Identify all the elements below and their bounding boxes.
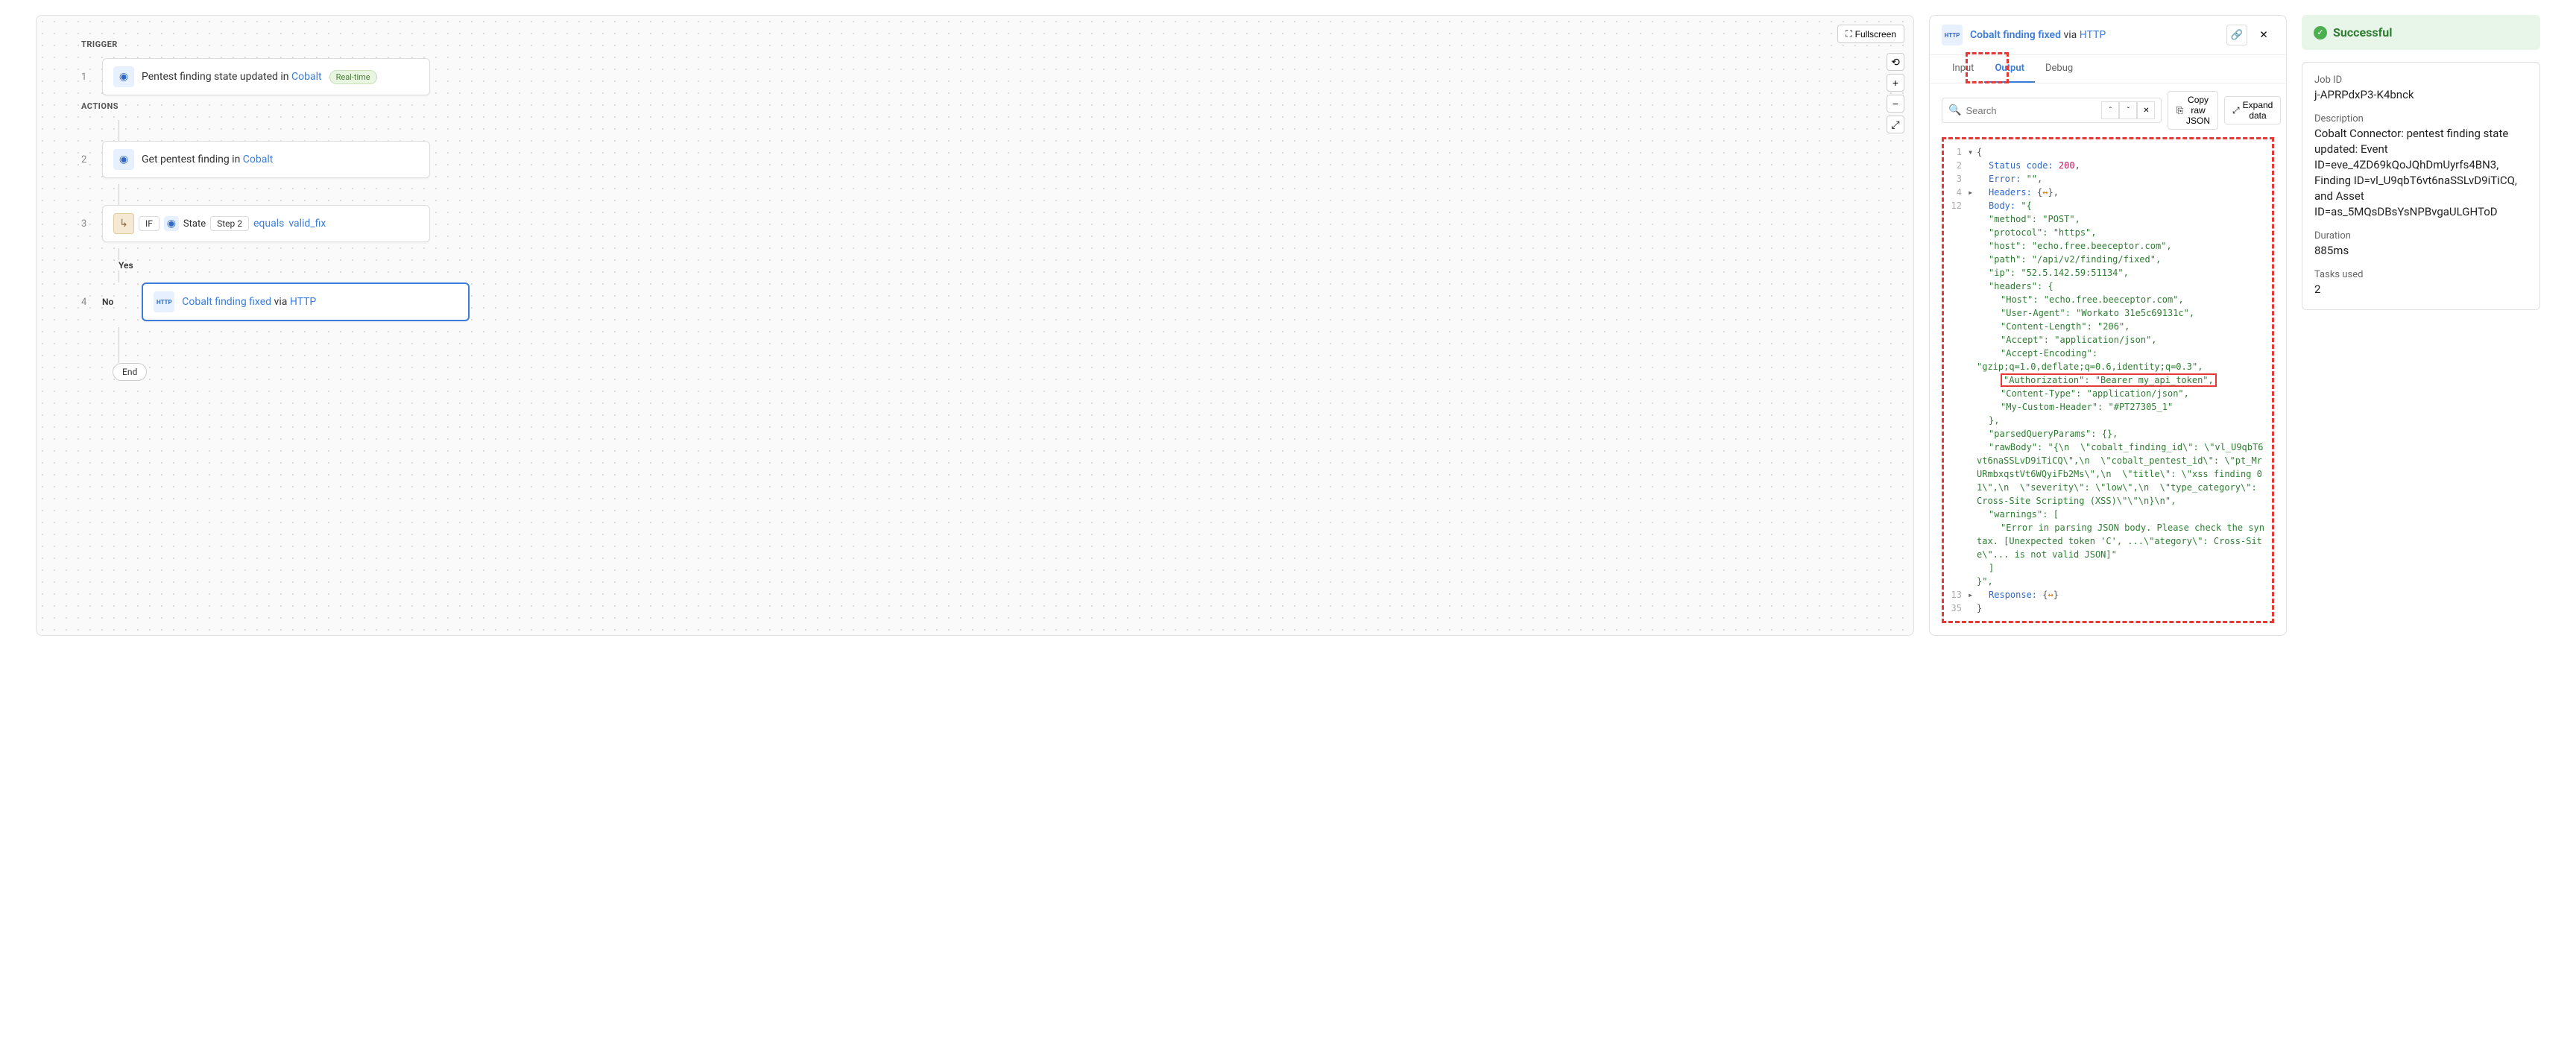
tasks-value: 2 xyxy=(2314,282,2528,297)
search-next-button[interactable]: ˇ xyxy=(2119,101,2137,119)
output-code-area[interactable]: 1▾{ 2Status code: 200, 3Error: "", 4▸Hea… xyxy=(1942,137,2274,623)
expand-icon: ⤢ xyxy=(2232,105,2240,116)
jobid-label: Job ID xyxy=(2314,75,2528,86)
http-action-card[interactable]: HTTP Cobalt finding fixed via HTTP xyxy=(142,282,470,321)
action-card[interactable]: ◉ Get pentest finding in Cobalt xyxy=(102,141,430,178)
duration-value: 885ms xyxy=(2314,243,2528,259)
http-action-text: Cobalt finding fixed via HTTP xyxy=(182,296,316,308)
actions-section-label: ACTIONS xyxy=(81,101,1869,111)
no-branch-label: No xyxy=(102,297,113,307)
step-number: 3 xyxy=(81,218,90,230)
description-value: Cobalt Connector: pentest finding state … xyxy=(2314,126,2528,220)
step-number: 1 xyxy=(81,72,90,83)
tab-input[interactable]: Input xyxy=(1942,55,1984,83)
if-label: IF xyxy=(139,216,160,231)
detail-title: Cobalt finding fixed via HTTP xyxy=(1970,29,2106,41)
status-text: Successful xyxy=(2333,25,2392,40)
fit-button[interactable]: ⤢ xyxy=(1887,116,1904,133)
tab-output[interactable]: Output xyxy=(1984,55,2035,83)
step-ref: Step 2 xyxy=(210,216,249,231)
search-box[interactable]: 🔍 ˆ ˇ ✕ xyxy=(1942,98,2162,123)
fullscreen-label: Fullscreen xyxy=(1855,29,1896,40)
copy-json-button[interactable]: ⎘ Copy raw JSON xyxy=(2168,91,2218,130)
zoom-out-button[interactable]: − xyxy=(1887,95,1904,113)
job-details-panel: ✓ Successful Job ID j-APRPdxP3-K4bnck De… xyxy=(2302,15,2540,636)
zoom-in-button[interactable]: + xyxy=(1887,74,1904,92)
link-icon: 🔗 xyxy=(2231,29,2244,41)
cobalt-icon: ◉ xyxy=(113,66,134,87)
fullscreen-button[interactable]: ⛶ Fullscreen xyxy=(1837,25,1904,43)
branch-icon: ↳ xyxy=(113,213,134,234)
tab-debug[interactable]: Debug xyxy=(2035,55,2083,83)
step-number: 2 xyxy=(81,154,90,165)
description-label: Description xyxy=(2314,113,2528,124)
detail-panel: HTTP Cobalt finding fixed via HTTP 🔗 ✕ I… xyxy=(1929,15,2287,636)
http-icon: HTTP xyxy=(154,291,174,312)
copy-icon: ⎘ xyxy=(2176,105,2183,116)
authorization-header-annotation: "Authorization": "Bearer my_api_token", xyxy=(2001,373,2217,387)
fullscreen-icon: ⛶ xyxy=(1846,28,1852,40)
end-node[interactable]: End xyxy=(113,363,147,381)
trigger-section-label: TRIGGER xyxy=(81,40,1869,49)
expand-data-button[interactable]: ⤢ Expand data xyxy=(2224,96,2281,124)
tasks-label: Tasks used xyxy=(2314,269,2528,280)
status-card: ✓ Successful xyxy=(2302,15,2540,50)
close-button[interactable]: ✕ xyxy=(2253,25,2274,45)
yes-branch-label: Yes xyxy=(119,260,1869,271)
action-text: Get pentest finding in Cobalt xyxy=(142,154,273,165)
search-prev-button[interactable]: ˆ xyxy=(2101,101,2119,119)
chevron-up-icon: ˆ xyxy=(2109,107,2112,115)
recenter-button[interactable]: ⟲ xyxy=(1887,53,1904,71)
http-icon: HTTP xyxy=(1942,25,1963,45)
link-button[interactable]: 🔗 xyxy=(2226,25,2247,45)
close-icon: ✕ xyxy=(2259,29,2267,41)
realtime-badge: Real-time xyxy=(329,70,377,84)
step-number: 4 xyxy=(81,297,90,308)
flow-canvas: ⛶ Fullscreen ⟲ + − ⤢ TRIGGER 1 ◉ Pentest… xyxy=(36,15,1914,636)
trigger-text: Pentest finding state updated in Cobalt xyxy=(142,71,322,83)
search-input[interactable] xyxy=(1966,105,2097,116)
check-icon: ✓ xyxy=(2314,26,2327,40)
close-icon: ✕ xyxy=(2143,107,2149,115)
search-icon: 🔍 xyxy=(1948,104,1961,116)
cobalt-icon: ◉ xyxy=(164,216,179,231)
condition-card[interactable]: ↳ IF ◉ State Step 2 equals valid_fix xyxy=(102,205,430,242)
trigger-card[interactable]: ◉ Pentest finding state updated in Cobal… xyxy=(102,58,430,95)
search-clear-button[interactable]: ✕ xyxy=(2137,101,2155,119)
cobalt-icon: ◉ xyxy=(113,149,134,170)
jobid-value: j-APRPdxP3-K4bnck xyxy=(2314,87,2528,103)
chevron-down-icon: ˇ xyxy=(2127,107,2130,115)
duration-label: Duration xyxy=(2314,230,2528,241)
